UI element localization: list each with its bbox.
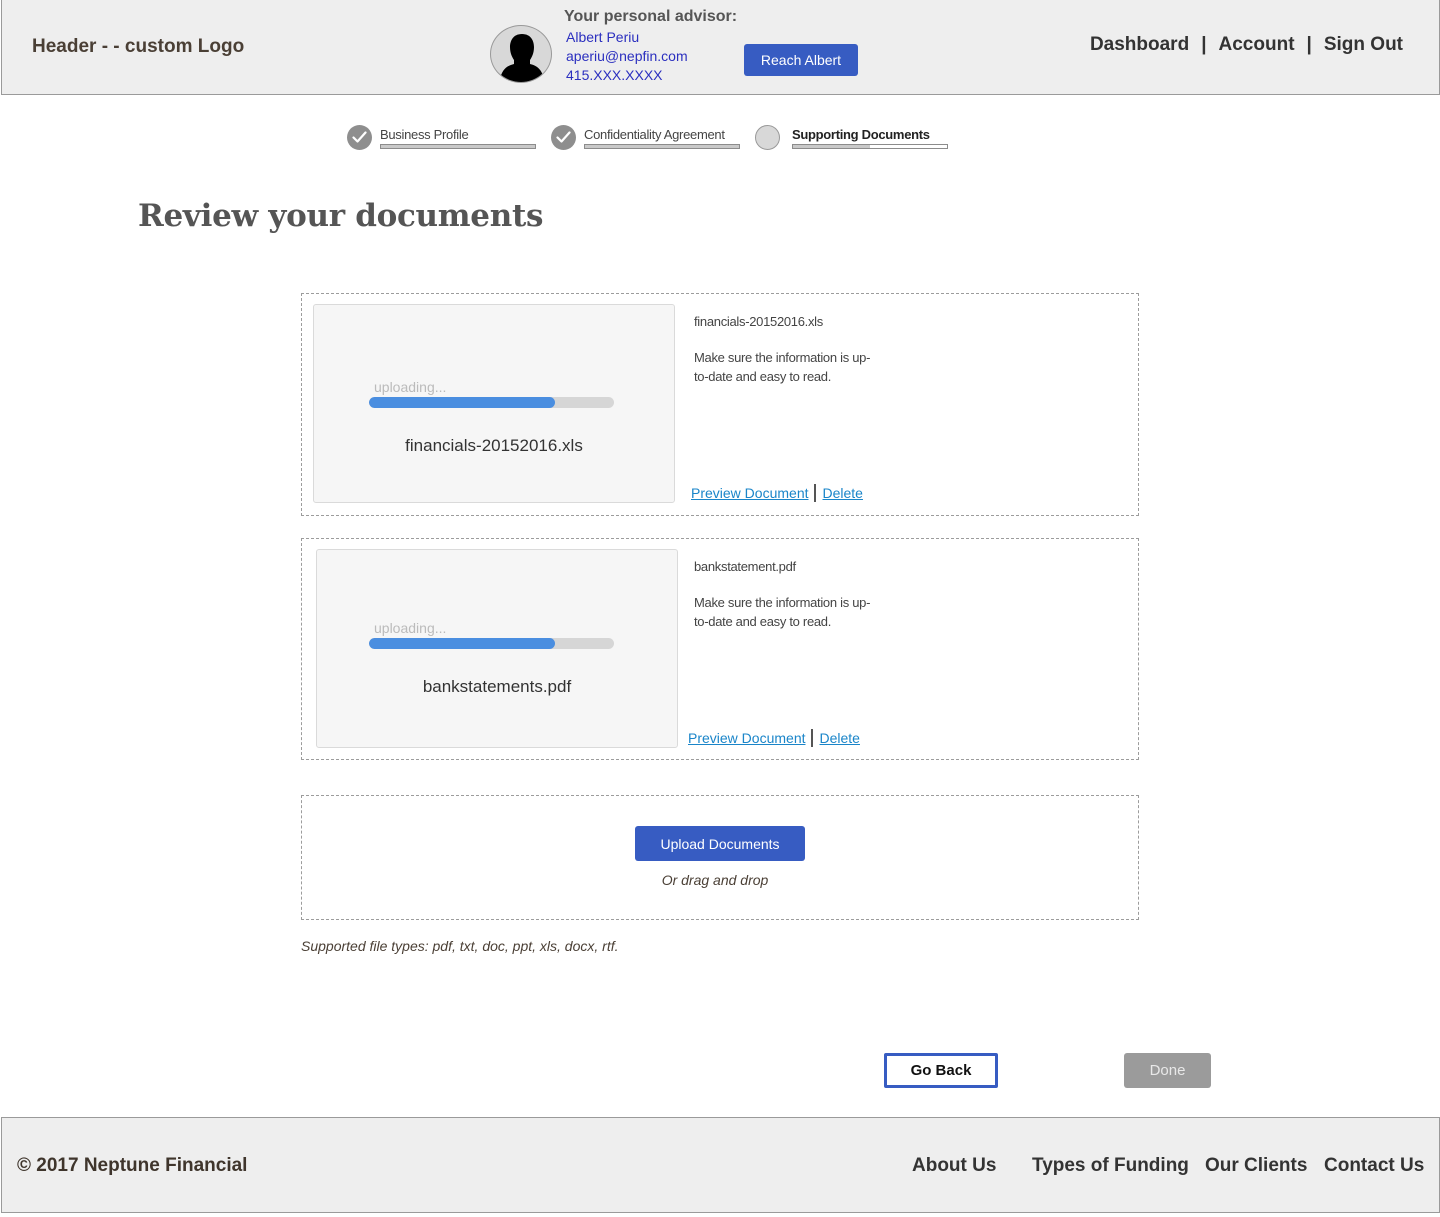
delete-document-link[interactable]: Delete — [823, 485, 863, 501]
footer-link-types-of-funding[interactable]: Types of Funding — [1032, 1155, 1189, 1177]
step-progress-fill — [793, 145, 870, 148]
preview-filename: bankstatements.pdf — [422, 677, 572, 696]
nav-dashboard[interactable]: Dashboard — [1090, 34, 1189, 56]
upload-progress-bar — [369, 638, 614, 649]
site-header: Header - - custom Logo Your personal adv… — [1, 0, 1440, 95]
preview-filename: financials-20152016.xls — [405, 436, 583, 455]
nav-separator: | — [1306, 34, 1312, 55]
document-card: uploading... financials-20152016.xls fin… — [301, 293, 1139, 516]
document-actions: Preview Document Delete — [691, 484, 863, 502]
document-card: uploading... bankstatements.pdf bankstat… — [301, 538, 1139, 760]
preview-document-link[interactable]: Preview Document — [691, 485, 809, 501]
action-divider — [813, 484, 816, 502]
document-actions: Preview Document Delete — [688, 729, 860, 747]
advisor-phone: 415.XXX.XXXX — [566, 67, 663, 83]
info-filename: bankstatement.pdf — [694, 559, 796, 574]
header-logo[interactable]: Header - - custom Logo — [32, 36, 244, 58]
top-nav: Dashboard | Account | Sign Out — [1090, 34, 1403, 56]
upload-status: uploading... — [374, 620, 447, 636]
page-title: Review your documents — [138, 198, 544, 234]
upload-progress-fill — [369, 638, 556, 649]
go-back-button[interactable]: Go Back — [884, 1053, 998, 1088]
upload-progress-bar — [369, 397, 614, 408]
info-description: Make sure the information is up-to-date … — [694, 350, 871, 384]
nav-sign-out[interactable]: Sign Out — [1324, 34, 1403, 56]
delete-document-link[interactable]: Delete — [820, 730, 860, 746]
footer-link-contact-us[interactable]: Contact Us — [1324, 1155, 1424, 1177]
check-icon — [352, 131, 367, 143]
supported-file-types: Supported file types: pdf, txt, doc, ppt… — [301, 938, 619, 954]
step-label: Business Profile — [380, 127, 469, 142]
document-preview: uploading... financials-20152016.xls — [313, 304, 675, 503]
footer-link-our-clients[interactable]: Our Clients — [1205, 1155, 1307, 1177]
preview-document-link[interactable]: Preview Document — [688, 730, 806, 746]
document-info: bankstatement.pdf Make sure the informat… — [694, 559, 874, 631]
step-complete-indicator — [551, 125, 576, 150]
done-button[interactable]: Done — [1124, 1053, 1211, 1088]
step-progress-fill — [585, 145, 739, 148]
reach-advisor-button[interactable]: Reach Albert — [744, 44, 858, 76]
check-icon — [556, 131, 571, 143]
step-progress-fill — [381, 145, 535, 148]
nav-separator: | — [1201, 34, 1207, 55]
advisor-name: Albert Periu — [566, 29, 640, 45]
site-footer: © 2017 Neptune Financial About Us Types … — [1, 1117, 1440, 1213]
drag-drop-hint: Or drag and drop — [661, 872, 769, 888]
info-description: Make sure the information is up-to-date … — [694, 595, 871, 629]
advisor-avatar — [490, 25, 552, 83]
action-divider — [810, 729, 813, 747]
step-progress-bar — [792, 144, 948, 149]
advisor-heading: Your personal advisor: — [564, 8, 738, 25]
step-progress-bar — [380, 144, 536, 149]
empty-circle-icon — [755, 125, 780, 150]
upload-progress-fill — [369, 397, 556, 408]
copyright: © 2017 Neptune Financial — [17, 1155, 248, 1176]
advisor-email-link[interactable]: aperiu@nepfin.com — [566, 48, 688, 64]
step-progress-bar — [584, 144, 740, 149]
footer-link-about-us[interactable]: About Us — [912, 1155, 996, 1177]
step-label: Confidentiality Agreement — [584, 127, 725, 142]
upload-status: uploading... — [374, 379, 447, 395]
upload-dropzone[interactable]: Upload Documents Or drag and drop — [301, 795, 1139, 920]
info-filename: financials-20152016.xls — [694, 314, 823, 329]
step-label: Supporting Documents — [792, 127, 930, 142]
step-complete-indicator — [347, 125, 372, 150]
document-preview: uploading... bankstatements.pdf — [316, 549, 678, 748]
person-silhouette-icon — [499, 34, 545, 82]
nav-account[interactable]: Account — [1219, 34, 1295, 56]
upload-documents-button[interactable]: Upload Documents — [635, 826, 805, 861]
document-info: financials-20152016.xls Make sure the in… — [694, 314, 874, 386]
